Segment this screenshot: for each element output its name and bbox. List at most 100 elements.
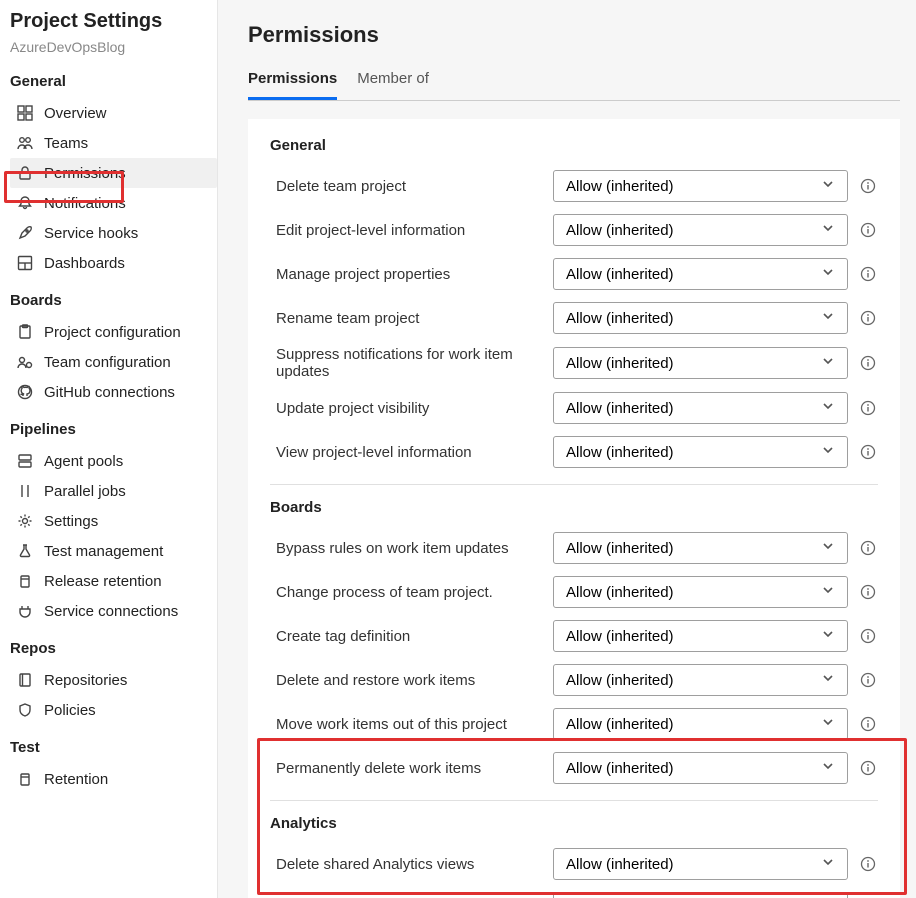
sidebar-item-policies[interactable]: Policies	[10, 695, 217, 725]
permissions-panel: GeneralDelete team projectAllow (inherit…	[248, 119, 900, 898]
sidebar-item-service-hooks[interactable]: Service hooks	[10, 218, 217, 248]
permission-row: Delete and restore work items Allow (inhe…	[270, 658, 878, 702]
sidebar-item-settings[interactable]: Settings	[10, 506, 217, 536]
sidebar-item-teams[interactable]: Teams	[10, 128, 217, 158]
permission-value: Allow (inherited)	[566, 310, 674, 327]
info-icon[interactable]	[858, 442, 878, 462]
info-icon[interactable]	[858, 758, 878, 778]
permission-dropdown[interactable]: Allow (inherited)	[553, 392, 848, 424]
permission-dropdown[interactable]: Allow (inherited)	[553, 436, 848, 468]
chevron-down-icon	[821, 354, 835, 372]
permission-dropdown[interactable]: Allow (inherited)	[553, 258, 848, 290]
info-icon[interactable]	[858, 220, 878, 240]
chevron-down-icon	[821, 443, 835, 461]
sidebar-item-repositories[interactable]: Repositories	[10, 665, 217, 695]
nav-label: Project configuration	[44, 324, 181, 341]
permission-value: Allow (inherited)	[566, 444, 674, 461]
page-title: Permissions	[248, 22, 900, 48]
info-icon[interactable]	[858, 854, 878, 874]
sidebar-title: Project Settings	[10, 10, 217, 33]
settings-sidebar: Project Settings AzureDevOpsBlog General…	[0, 0, 218, 898]
nav-label: Policies	[44, 702, 96, 719]
permission-dropdown[interactable]: Allow (inherited)	[553, 214, 848, 246]
permission-label: Move work items out of this project	[270, 716, 553, 733]
sidebar-item-project-config[interactable]: Project configuration	[10, 317, 217, 347]
sidebar-item-team-config[interactable]: Team configuration	[10, 347, 217, 377]
chevron-down-icon	[821, 221, 835, 239]
permission-dropdown[interactable]: Allow (inherited)	[553, 664, 848, 696]
info-icon[interactable]	[858, 176, 878, 196]
info-icon[interactable]	[858, 714, 878, 734]
permission-dropdown[interactable]: Allow (inherited)	[553, 532, 848, 564]
permission-value: Allow (inherited)	[566, 178, 674, 195]
permission-dropdown[interactable]: Allow (inherited)	[553, 302, 848, 334]
rocket-icon	[16, 224, 34, 242]
permission-label: Change process of team project.	[270, 584, 553, 601]
info-icon[interactable]	[858, 398, 878, 418]
permission-dropdown[interactable]: Allow (inherited)	[553, 170, 848, 202]
permission-label: Edit project-level information	[270, 222, 553, 239]
permission-dropdown[interactable]: Allow (inherited)	[553, 752, 848, 784]
nav-label: Permissions	[44, 165, 126, 182]
flask-icon	[16, 542, 34, 560]
sidebar-item-retention[interactable]: Retention	[10, 764, 217, 794]
nav-label: Test management	[44, 543, 163, 560]
sidebar-item-github[interactable]: GitHub connections	[10, 377, 217, 407]
permission-row: Edit project-level informationAllow (inh…	[270, 208, 878, 252]
team-gear-icon	[16, 353, 34, 371]
permission-value: Allow (inherited)	[566, 716, 674, 733]
sidebar-item-parallel-jobs[interactable]: Parallel jobs	[10, 476, 217, 506]
permission-row: Manage project propertiesAllow (inherite…	[270, 252, 878, 296]
retention-icon	[16, 572, 34, 590]
sidebar-item-service-connections[interactable]: Service connections	[10, 596, 217, 626]
sidebar-item-notifications[interactable]: Notifications	[10, 188, 217, 218]
permission-value: Allow (inherited)	[566, 672, 674, 689]
github-icon	[16, 383, 34, 401]
group-head: General	[270, 137, 878, 154]
main-content: Permissions Permissions Member of Genera…	[218, 0, 916, 898]
info-icon[interactable]	[858, 538, 878, 558]
bell-icon	[16, 194, 34, 212]
sidebar-item-release-retention[interactable]: Release retention	[10, 566, 217, 596]
section-head-test: Test	[10, 739, 217, 756]
info-icon[interactable]	[858, 626, 878, 646]
permission-value: Allow (inherited)	[566, 584, 674, 601]
tab-permissions[interactable]: Permissions	[248, 70, 337, 100]
policy-icon	[16, 701, 34, 719]
chevron-down-icon	[821, 265, 835, 283]
info-icon[interactable]	[858, 582, 878, 602]
permission-dropdown[interactable]: Allow (inherited)	[553, 347, 848, 379]
group-head: Analytics	[270, 815, 878, 832]
nav-label: Settings	[44, 513, 98, 530]
sidebar-item-test-mgmt[interactable]: Test management	[10, 536, 217, 566]
permission-dropdown[interactable]: Allow (inherited)	[553, 620, 848, 652]
permission-label: Suppress notifications for work item upd…	[270, 346, 553, 380]
sidebar-item-dashboards[interactable]: Dashboards	[10, 248, 217, 278]
info-icon[interactable]	[858, 353, 878, 373]
permission-dropdown[interactable]: Allow (inherited)	[553, 576, 848, 608]
group-head: Boards	[270, 499, 878, 516]
permission-label: View project-level information	[270, 444, 553, 461]
sidebar-item-permissions[interactable]: Permissions	[10, 158, 217, 188]
permission-dropdown[interactable]: Allow (inherited)	[553, 848, 848, 880]
sidebar-item-overview[interactable]: Overview	[10, 98, 217, 128]
chevron-down-icon	[821, 627, 835, 645]
chevron-down-icon	[821, 715, 835, 733]
info-icon[interactable]	[858, 308, 878, 328]
permission-row: Rename team projectAllow (inherited)	[270, 296, 878, 340]
repo-icon	[16, 671, 34, 689]
permission-dropdown[interactable]: Allow (inherited)	[553, 708, 848, 740]
nav-label: GitHub connections	[44, 384, 175, 401]
info-icon[interactable]	[858, 670, 878, 690]
permission-row: Suppress notifications for work item upd…	[270, 340, 878, 386]
nav-label: Service connections	[44, 603, 178, 620]
chevron-down-icon	[821, 855, 835, 873]
info-icon[interactable]	[858, 264, 878, 284]
tab-member-of[interactable]: Member of	[357, 70, 429, 100]
chevron-down-icon	[821, 759, 835, 777]
permission-label: Update project visibility	[270, 400, 553, 417]
permission-label: Delete and restore work items	[270, 672, 553, 689]
nav-label: Teams	[44, 135, 88, 152]
sidebar-item-agent-pools[interactable]: Agent pools	[10, 446, 217, 476]
permission-dropdown[interactable]: Allow (inherited)	[553, 892, 848, 898]
